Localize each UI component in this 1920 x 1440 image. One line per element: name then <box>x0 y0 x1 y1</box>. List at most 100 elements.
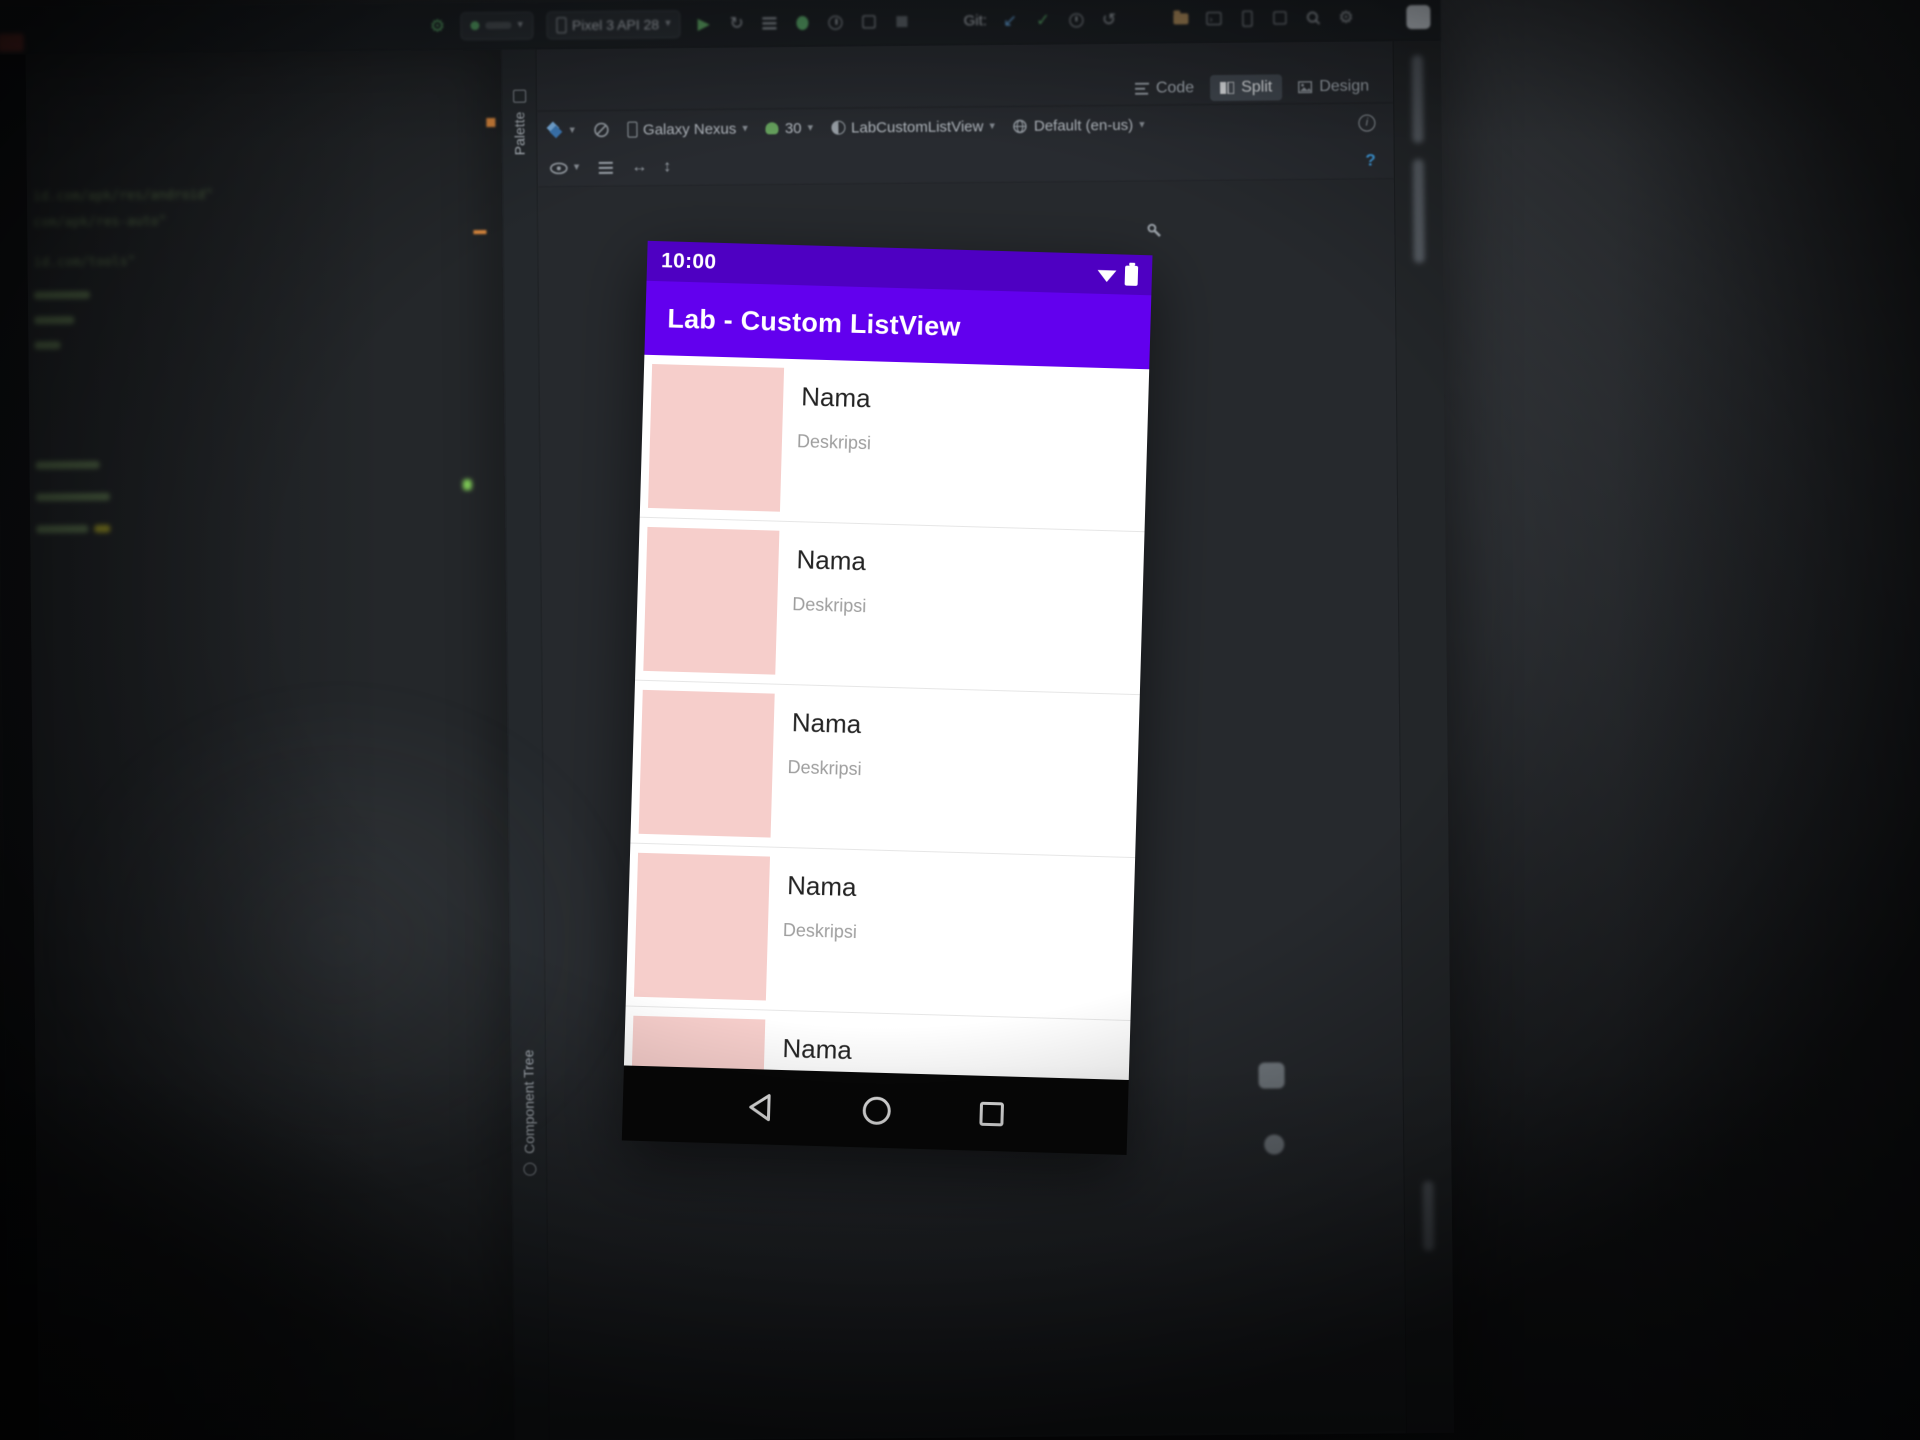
android-studio-window: ⚙ ▾ Pixel 3 API 28 ▾ ▶ ↻ Git: ↙ ✓ ↺ › ⚙ … <box>0 0 1454 1440</box>
surface-selector[interactable]: ▾ <box>546 121 576 139</box>
theme-menu-label: LabCustomListView <box>851 117 984 137</box>
tab-design-label: Design <box>1319 77 1370 95</box>
phone-icon <box>626 121 638 138</box>
project-folder-button[interactable] <box>1171 9 1191 29</box>
wifi-icon <box>1097 269 1117 282</box>
module-selector[interactable]: ▾ <box>460 11 534 40</box>
stop-button[interactable] <box>892 11 912 31</box>
theme-menu[interactable]: LabCustomListView ▾ <box>831 118 995 137</box>
layout-design-pane: Code Split Design ▾ Galaxy Nexus ▾ 30 ▾ … <box>536 41 1406 1440</box>
item-name: Nama <box>786 870 857 903</box>
list-item[interactable]: Nama Deskripsi <box>639 354 1150 533</box>
app-title: Lab - Custom ListView <box>667 302 962 342</box>
zoom-control-button[interactable] <box>1258 1062 1285 1089</box>
run-button[interactable]: ▶ <box>694 13 714 33</box>
tab-code[interactable]: Code <box>1125 75 1204 102</box>
module-name-blur <box>485 21 512 30</box>
code-line-blur <box>36 524 89 534</box>
search-everywhere-button[interactable] <box>1303 7 1323 27</box>
restart-activity-button[interactable]: ↻ <box>727 13 747 33</box>
error-stripe-mark <box>0 33 24 52</box>
issues-info-icon[interactable]: i <box>1358 113 1376 132</box>
device-selector[interactable]: Pixel 3 API 28 ▾ <box>545 9 681 39</box>
chevron-down-icon: ▾ <box>807 121 814 134</box>
design-tab-icon <box>1298 80 1313 93</box>
view-options-menu[interactable]: ▾ <box>550 161 580 174</box>
settings-button[interactable]: ⚙ <box>1336 7 1356 27</box>
git-update-button[interactable]: ↙ <box>1000 10 1020 30</box>
recents-button-icon[interactable] <box>979 1101 1005 1126</box>
tab-code-label: Code <box>1155 78 1195 97</box>
scrollbar-marker <box>473 230 487 235</box>
api-level-label: 30 <box>784 119 802 137</box>
git-label: Git: <box>963 12 988 30</box>
circle-slash-icon <box>593 122 609 138</box>
xml-code-blurred: id.com/apk/res/android" com/apk/res-auto… <box>26 50 514 1440</box>
item-name: Nama <box>796 544 867 577</box>
status-time: 10:00 <box>660 249 717 274</box>
item-description: Deskripsi <box>787 757 862 780</box>
component-list-button[interactable] <box>595 157 615 177</box>
git-commit-button[interactable]: ✓ <box>1033 10 1053 30</box>
run-list-icon[interactable] <box>760 13 780 33</box>
device-manager-button[interactable] <box>1237 8 1257 28</box>
item-image-placeholder <box>638 689 775 838</box>
sdk-manager-button[interactable] <box>1270 8 1290 28</box>
item-image-placeholder <box>648 363 785 512</box>
tab-design[interactable]: Design <box>1288 73 1379 100</box>
tab-split-label: Split <box>1241 77 1273 96</box>
phone-preview[interactable]: 10:00 Lab - Custom ListView Nama Deskrip… <box>621 240 1153 1155</box>
terminal-button[interactable]: › <box>1204 8 1224 28</box>
item-name: Nama <box>800 381 872 414</box>
palette-tab-icon <box>512 89 526 103</box>
code-line-blur <box>33 290 91 300</box>
item-description: Deskripsi <box>796 431 872 454</box>
back-button-icon[interactable] <box>746 1092 773 1123</box>
build-hammer-icon[interactable]: ⚙ <box>427 16 447 36</box>
gutter-mark <box>462 479 472 491</box>
debug-button[interactable] <box>793 12 813 32</box>
profiler-button[interactable] <box>826 12 846 32</box>
api-level-menu[interactable]: 30 ▾ <box>765 119 814 137</box>
tab-split[interactable]: Split <box>1210 73 1283 101</box>
user-avatar[interactable] <box>1406 4 1431 29</box>
chevron-down-icon: ▾ <box>569 123 576 136</box>
device-menu-label: Galaxy Nexus <box>642 120 737 139</box>
screen-photo: ⚙ ▾ Pixel 3 API 28 ▾ ▶ ↻ Git: ↙ ✓ ↺ › ⚙ … <box>0 0 1920 1440</box>
tool-window-tab-blur[interactable] <box>1411 55 1424 144</box>
pan-control-button[interactable] <box>1264 1134 1285 1155</box>
history-button[interactable] <box>1066 10 1086 30</box>
rollback-button[interactable]: ↺ <box>1099 9 1119 29</box>
tool-window-tab-blur[interactable] <box>1412 159 1425 264</box>
list-item[interactable]: Nama Deskripsi <box>635 517 1145 696</box>
code-line-blur <box>35 492 110 502</box>
device-menu[interactable]: Galaxy Nexus ▾ <box>626 120 748 139</box>
code-editor-pane[interactable]: id.com/apk/res/android" com/apk/res-auto… <box>25 49 515 1440</box>
match-width-button[interactable]: ↔ <box>631 158 647 176</box>
palette-tab[interactable]: Palette <box>511 112 527 156</box>
home-button-icon[interactable] <box>861 1095 891 1125</box>
item-image-placeholder <box>633 852 771 1001</box>
eye-icon <box>550 162 568 174</box>
match-height-button[interactable]: ↕ <box>663 158 671 176</box>
split-tab-icon <box>1220 81 1235 94</box>
item-description: Deskripsi <box>782 919 858 943</box>
design-surface[interactable]: 10:00 Lab - Custom ListView Nama Deskrip… <box>537 179 1406 1440</box>
custom-listview: Nama Deskripsi Nama Deskripsi Nama Deskr… <box>623 354 1150 1080</box>
globe-icon <box>1013 119 1028 133</box>
theme-icon <box>831 120 846 135</box>
locale-menu[interactable]: Default (en-us) ▾ <box>1013 116 1145 134</box>
attach-debugger-button[interactable] <box>859 12 879 32</box>
night-mode-toggle[interactable] <box>593 122 609 138</box>
component-tree-tab[interactable]: Component Tree <box>520 1049 537 1153</box>
tool-window-tab-blur[interactable] <box>1422 1180 1435 1252</box>
chevron-down-icon: ▾ <box>1139 118 1145 131</box>
design-tools-wrench-icon[interactable] <box>1147 223 1161 238</box>
phone-icon <box>555 16 567 33</box>
chevron-down-icon: ▾ <box>989 119 995 132</box>
android-icon <box>765 122 779 135</box>
device-selector-label: Pixel 3 API 28 <box>571 15 660 33</box>
list-item[interactable]: Nama Deskripsi <box>625 843 1136 1022</box>
list-item[interactable]: Nama Deskripsi <box>630 680 1140 859</box>
help-button[interactable]: ? <box>1365 150 1376 170</box>
